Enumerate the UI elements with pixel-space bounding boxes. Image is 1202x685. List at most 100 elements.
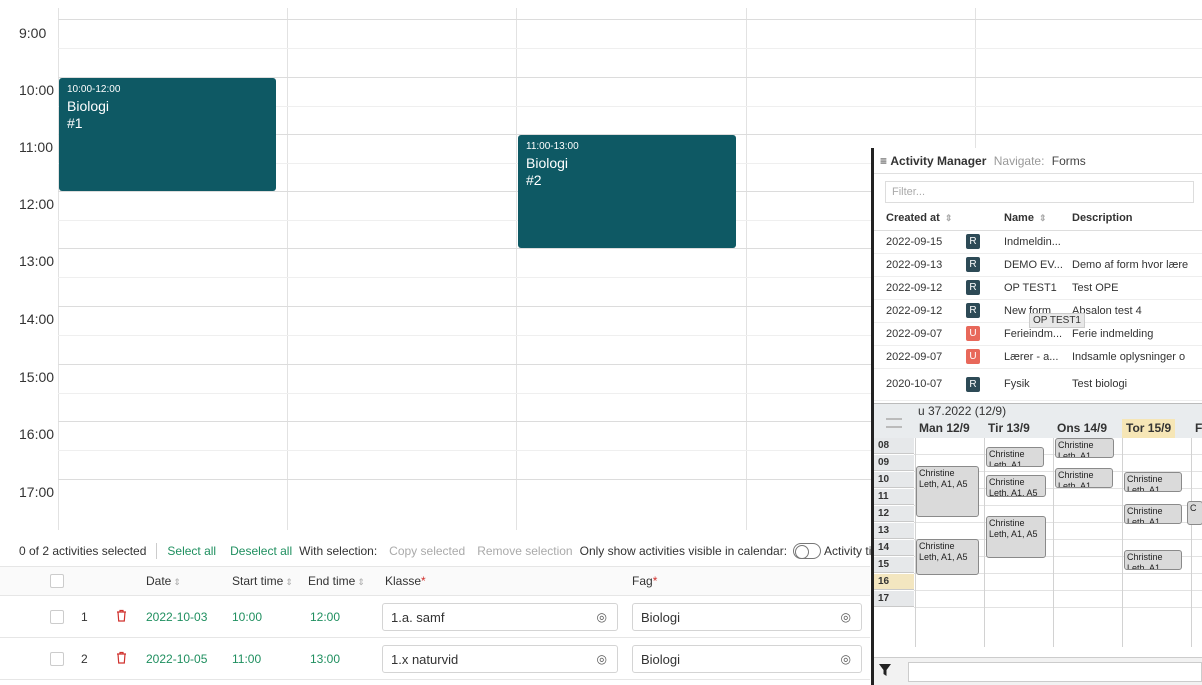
eye-icon[interactable]: ◎ bbox=[841, 652, 851, 666]
schedule-block[interactable]: Christine Leth, A1, A5 bbox=[986, 475, 1046, 497]
klasse-field[interactable]: 1.a. samf ◎ bbox=[382, 602, 618, 631]
hour-label: 11 bbox=[874, 489, 914, 505]
day-header: Ons 14/9 bbox=[1057, 421, 1108, 435]
badge-header bbox=[966, 206, 996, 231]
funnel-icon[interactable] bbox=[879, 664, 891, 679]
activity-manager-header: ≡ Activity Manager Navigate: Forms bbox=[874, 148, 1202, 174]
eye-icon[interactable]: ◎ bbox=[597, 610, 607, 624]
calendar-event[interactable]: 11:00-13:00 Biologi #2 bbox=[518, 135, 736, 248]
selected-count: 0 of 2 activities selected bbox=[19, 544, 147, 558]
filter-input[interactable]: Filter... bbox=[885, 181, 1194, 203]
fag-field[interactable]: Biologi ◎ bbox=[632, 644, 862, 673]
row-end-time[interactable]: 12:00 bbox=[310, 610, 340, 624]
form-description: Absalon test 4 bbox=[1068, 299, 1202, 323]
fag-header: Fag* bbox=[632, 574, 658, 588]
forms-nav-link[interactable]: Forms bbox=[1052, 154, 1086, 168]
calendar-event[interactable]: 10:00-12:00 Biologi #1 bbox=[59, 78, 276, 191]
schedule-block[interactable]: Christine Leth, A1 bbox=[1124, 550, 1182, 570]
filter-footer bbox=[874, 657, 1202, 685]
deselect-all-link[interactable]: Deselect all bbox=[230, 544, 292, 558]
row-date[interactable]: 2022-10-03 bbox=[146, 610, 207, 624]
type-badge: R bbox=[966, 280, 980, 295]
schedule-block[interactable]: Christine Leth, A1 bbox=[1055, 438, 1114, 458]
footer-filter-input[interactable] bbox=[908, 662, 1202, 682]
schedule-block[interactable]: Christine Leth, A1 bbox=[1055, 468, 1113, 488]
hour-label: 17 bbox=[874, 591, 914, 607]
navigate-label: Navigate: bbox=[993, 154, 1045, 168]
hour-label: 9:00 bbox=[19, 25, 47, 41]
trash-icon[interactable] bbox=[116, 609, 127, 625]
type-badge: U bbox=[966, 326, 980, 341]
eye-icon[interactable]: ◎ bbox=[841, 610, 851, 624]
type-badge: R bbox=[966, 234, 980, 249]
hour-label: 12 bbox=[874, 506, 914, 522]
copy-selected-button[interactable]: Copy selected bbox=[389, 544, 465, 558]
table-row[interactable]: 2020-10-07 R Fysik Test biologi bbox=[874, 368, 1202, 401]
fag-value: Biologi bbox=[641, 609, 681, 625]
schedule-block[interactable]: C bbox=[1187, 501, 1202, 525]
row-start-time[interactable]: 10:00 bbox=[232, 610, 262, 624]
fag-field[interactable]: Biologi ◎ bbox=[632, 602, 862, 631]
trash-icon[interactable] bbox=[116, 651, 127, 667]
select-all-checkbox[interactable] bbox=[50, 574, 64, 588]
form-description: Ferie indmelding bbox=[1068, 322, 1202, 346]
name-header[interactable]: Name ⇕ bbox=[996, 206, 1068, 231]
row-start-time[interactable]: 11:00 bbox=[232, 652, 261, 666]
grip-icon[interactable] bbox=[886, 418, 902, 428]
event-time: 11:00-13:00 bbox=[526, 141, 579, 152]
created-at: 2022-09-13 bbox=[874, 253, 966, 277]
end-time-header[interactable]: End time ⇕ bbox=[308, 574, 365, 588]
only-show-label: Only show activities visible in calendar… bbox=[579, 544, 788, 558]
menu-icon[interactable]: ≡ bbox=[880, 154, 887, 168]
date-header[interactable]: Date ⇕ bbox=[146, 574, 181, 588]
schedule-block[interactable]: Christine Leth, A1, A5 bbox=[916, 466, 979, 517]
table-row[interactable]: 2022-09-13 R DEMO EV... Demo af form hvo… bbox=[874, 253, 1202, 277]
row-checkbox[interactable] bbox=[50, 651, 64, 666]
activity-manager-title: Activity Manager bbox=[890, 154, 987, 168]
event-title: Biologi bbox=[67, 98, 110, 114]
day-divider bbox=[1191, 438, 1192, 647]
week-label: u 37.2022 (12/9) bbox=[918, 404, 1007, 418]
form-name: OP TEST1 bbox=[996, 276, 1068, 300]
visible-only-toggle[interactable] bbox=[793, 543, 822, 559]
schedule-block[interactable]: Christine Leth, A1, A5 bbox=[986, 516, 1046, 558]
remove-selection-button[interactable]: Remove selection bbox=[477, 544, 572, 558]
schedule-block[interactable]: Christine Leth, A1 bbox=[1124, 472, 1182, 492]
type-badge: R bbox=[966, 257, 980, 272]
form-description: Test biologi bbox=[1068, 368, 1202, 401]
start-time-header[interactable]: Start time ⇕ bbox=[232, 574, 293, 588]
schedule-block[interactable]: Christine Leth, A1, A5 bbox=[916, 539, 979, 575]
schedule-block[interactable]: Christine Leth, A1 bbox=[1124, 504, 1182, 524]
selection-toolbar: 0 of 2 activities selected Select all De… bbox=[19, 541, 906, 561]
select-all-link[interactable]: Select all bbox=[167, 544, 216, 558]
description-header[interactable]: Description bbox=[1068, 206, 1202, 231]
form-description: Demo af form hvor lære bbox=[1068, 253, 1202, 277]
table-row[interactable]: 2022-09-07 U Lærer - a... Indsamle oplys… bbox=[874, 345, 1202, 369]
row-checkbox[interactable] bbox=[50, 609, 64, 624]
day-divider bbox=[984, 438, 985, 647]
day-header: Man 12/9 bbox=[919, 421, 970, 435]
hour-label: 16:00 bbox=[19, 426, 55, 442]
table-row[interactable]: 2022-09-15 R Indmeldin... bbox=[874, 230, 1202, 254]
row-end-time[interactable]: 13:00 bbox=[310, 652, 340, 666]
drag-tooltip: OP TEST1 bbox=[1029, 313, 1085, 328]
row-date[interactable]: 2022-10-05 bbox=[146, 652, 207, 666]
type-badge: R bbox=[966, 376, 980, 392]
klasse-value: 1.a. samf bbox=[391, 609, 445, 625]
row-index: 1 bbox=[81, 609, 88, 624]
eye-icon[interactable]: ◎ bbox=[597, 652, 607, 666]
table-row[interactable]: 2022-09-12 R OP TEST1 Test OPE bbox=[874, 276, 1202, 300]
klasse-value: 1.x naturvid bbox=[391, 651, 459, 667]
created-at: 2020-10-07 bbox=[874, 368, 966, 401]
half-hour-line bbox=[58, 48, 1202, 49]
week-schedule: u 37.2022 (12/9) Man 12/9 Tir 13/9 Ons 1… bbox=[874, 403, 1202, 647]
table-header: Date ⇕ Start time ⇕ End time ⇕ Klasse* Fag* bbox=[0, 566, 870, 596]
hour-label: 08 bbox=[874, 438, 914, 454]
klasse-header: Klasse* bbox=[385, 574, 426, 588]
klasse-field[interactable]: 1.x naturvid ◎ bbox=[382, 644, 618, 673]
hour-label: 09 bbox=[874, 455, 914, 471]
with-selection-label: With selection: bbox=[299, 544, 378, 558]
schedule-block[interactable]: Christine Leth, A1 bbox=[986, 447, 1044, 467]
created-at-header[interactable]: Created at ⇕ bbox=[874, 206, 966, 231]
form-name: Fysik bbox=[996, 368, 1068, 401]
